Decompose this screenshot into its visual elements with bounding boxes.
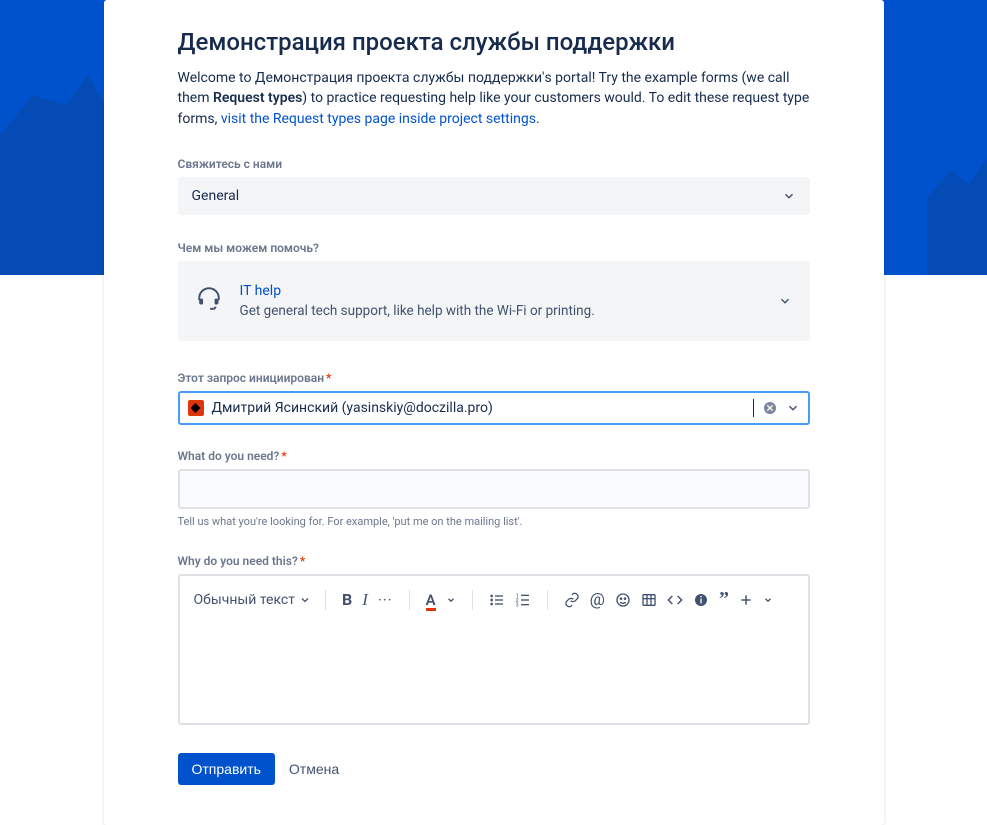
italic-icon[interactable]: I xyxy=(360,588,370,612)
toolbar-separator xyxy=(547,590,548,610)
requester-value: Дмитрий Ясинский (yasinskiy@doczilla.pro… xyxy=(212,399,754,417)
why-editor-body[interactable] xyxy=(180,623,808,723)
svg-text:3: 3 xyxy=(515,602,518,607)
more-formatting-icon[interactable]: ··· xyxy=(376,589,395,611)
requester-select[interactable]: Дмитрий Ясинский (yasinskiy@doczilla.pro… xyxy=(178,391,810,425)
request-types-link[interactable]: visit the Request types page inside proj… xyxy=(221,111,536,127)
chevron-down-icon[interactable] xyxy=(444,593,458,607)
help-label: Чем мы можем помочь? xyxy=(178,241,810,255)
cancel-button[interactable]: Отмена xyxy=(289,761,339,777)
numbered-list-icon[interactable]: 123 xyxy=(513,590,533,610)
why-editor: Обычный текст B I ··· A xyxy=(178,574,810,725)
code-icon[interactable] xyxy=(665,590,685,610)
portal-form-card: Демонстрация проекта службы поддержки We… xyxy=(104,0,884,825)
required-indicator: * xyxy=(326,371,331,385)
page-title: Демонстрация проекта службы поддержки xyxy=(178,28,810,56)
text-style-dropdown[interactable]: Обычный текст xyxy=(194,592,312,608)
chevron-down-icon xyxy=(786,401,800,415)
form-actions: Отправить Отмена xyxy=(178,753,810,785)
welcome-text: Welcome to Демонстрация проекта службы п… xyxy=(178,68,810,129)
toolbar-separator xyxy=(325,590,326,610)
avatar xyxy=(188,400,204,416)
request-type-desc: Get general tech support, like help with… xyxy=(240,303,760,319)
request-type-select[interactable]: IT help Get general tech support, like h… xyxy=(178,261,810,341)
link-icon[interactable] xyxy=(562,590,582,610)
bullet-list-icon[interactable] xyxy=(487,590,507,610)
text-style-label: Обычный текст xyxy=(194,592,296,608)
request-type-title: IT help xyxy=(240,283,760,299)
chevron-down-icon xyxy=(782,189,796,203)
table-icon[interactable] xyxy=(639,590,659,610)
why-label: Why do you need this?* xyxy=(178,554,810,568)
quote-icon[interactable]: ” xyxy=(717,586,731,613)
required-indicator: * xyxy=(300,554,305,568)
toolbar-separator xyxy=(472,590,473,610)
chevron-down-icon xyxy=(778,294,792,308)
info-icon[interactable] xyxy=(691,590,711,610)
request-type-content: IT help Get general tech support, like h… xyxy=(240,283,760,319)
required-indicator: * xyxy=(281,449,286,463)
editor-toolbar: Обычный текст B I ··· A xyxy=(180,576,808,623)
chevron-down-icon[interactable] xyxy=(761,593,775,607)
headset-icon xyxy=(196,285,222,311)
toolbar-separator xyxy=(409,590,410,610)
need-label-text: What do you need? xyxy=(178,449,280,463)
clear-icon[interactable] xyxy=(762,400,778,416)
emoji-icon[interactable] xyxy=(613,590,633,610)
submit-button[interactable]: Отправить xyxy=(178,753,275,785)
bold-icon[interactable]: B xyxy=(340,588,354,611)
why-label-text: Why do you need this? xyxy=(178,554,298,568)
mention-icon[interactable]: @ xyxy=(588,588,607,612)
text-color-icon[interactable]: A xyxy=(424,589,438,611)
requester-label: Этот запрос инициирован* xyxy=(178,371,810,385)
contact-selected-value: General xyxy=(192,188,240,204)
welcome-bold: Request types xyxy=(213,90,302,106)
welcome-period: . xyxy=(536,111,540,127)
requester-label-text: Этот запрос инициирован xyxy=(178,371,325,385)
need-label: What do you need?* xyxy=(178,449,810,463)
need-hint: Tell us what you're looking for. For exa… xyxy=(178,515,810,528)
contact-select[interactable]: General xyxy=(178,177,810,215)
need-input[interactable] xyxy=(178,469,810,509)
plus-icon[interactable] xyxy=(737,591,755,609)
contact-label: Свяжитесь с нами xyxy=(178,157,810,171)
